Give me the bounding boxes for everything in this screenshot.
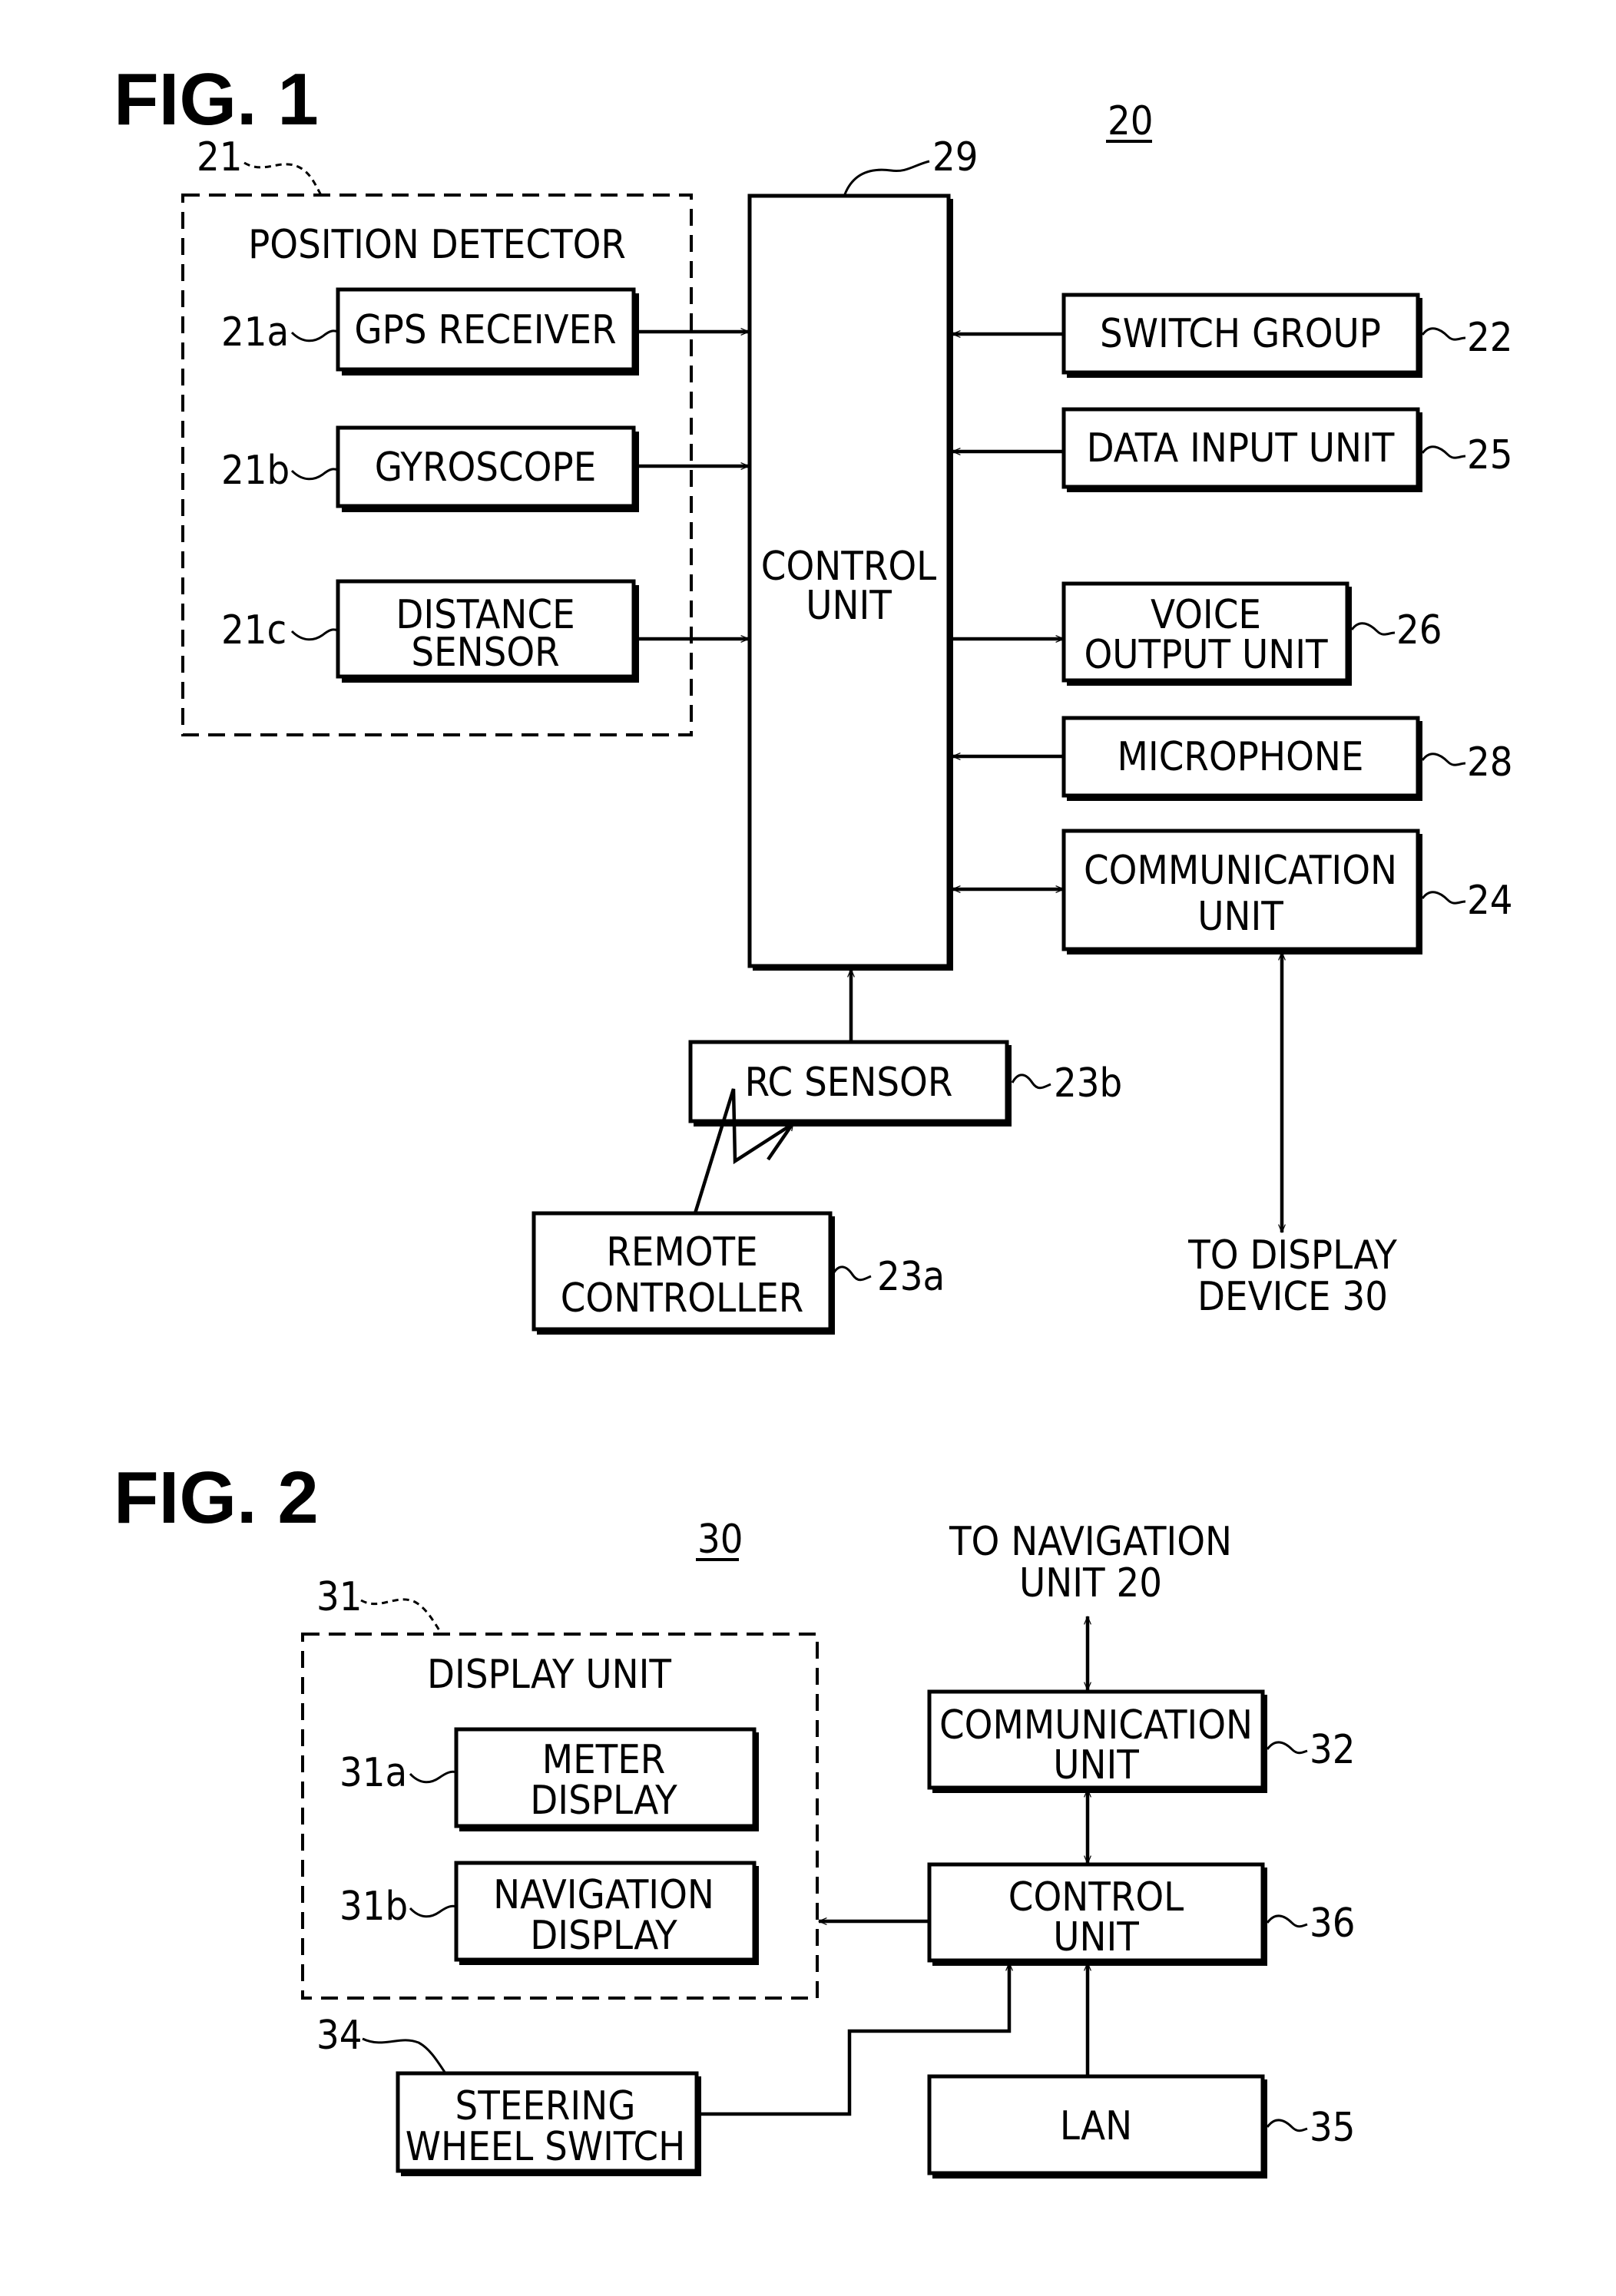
meter-display-leader bbox=[409, 1770, 457, 1784]
rc-sensor-block[interactable]: RC SENSOR 23b bbox=[688, 1040, 1122, 1126]
gps-receiver-block[interactable]: GPS RECEIVER 21a bbox=[221, 287, 639, 375]
meter-display-label-2: DISPLAY bbox=[530, 1778, 677, 1824]
navigation-display-label-2: DISPLAY bbox=[530, 1913, 677, 1959]
distance-sensor-label-2: SENSOR bbox=[411, 630, 559, 676]
remote-controller-label-1: REMOTE bbox=[606, 1229, 757, 1275]
microphone-leader bbox=[1421, 753, 1466, 766]
fig2-control-unit-ref: 36 bbox=[1310, 1901, 1356, 1947]
switch-group-block[interactable]: SWITCH GROUP 22 bbox=[1061, 293, 1513, 378]
lan-leader bbox=[1266, 2119, 1308, 2132]
remote-controller-block[interactable]: REMOTE CONTROLLER 23a bbox=[531, 1211, 945, 1335]
fig1-device-ref: 20 bbox=[1108, 98, 1154, 144]
lan-label: LAN bbox=[1060, 2103, 1132, 2149]
gps-leader bbox=[290, 329, 339, 342]
microphone-ref: 28 bbox=[1467, 739, 1513, 786]
display-unit-label: DISPLAY UNIT bbox=[427, 1652, 671, 1698]
gyroscope-ref: 21b bbox=[221, 448, 290, 494]
patent-figure-canvas: FIG. 1 20 21 POSITION DETECTOR GPS RECEI… bbox=[114, 58, 1513, 2179]
position-detector-ref: 21 bbox=[197, 134, 243, 180]
navigation-display-leader bbox=[409, 1904, 457, 1918]
voice-output-unit-label-2: OUTPUT UNIT bbox=[1084, 632, 1328, 678]
steering-leader bbox=[362, 2037, 447, 2074]
fig2-communication-unit-label-2: UNIT bbox=[1053, 1742, 1139, 1788]
meter-display-block[interactable]: METER DISPLAY 31a bbox=[339, 1727, 759, 1831]
to-display-device-label-2: DEVICE 30 bbox=[1197, 1274, 1388, 1320]
fig2-control-leader bbox=[1266, 1914, 1308, 1928]
data-input-unit-ref: 25 bbox=[1467, 432, 1513, 478]
to-display-device-label-1: TO DISPLAY bbox=[1187, 1232, 1397, 1279]
meter-display-label-1: METER bbox=[542, 1737, 666, 1783]
data-input-unit-block[interactable]: DATA INPUT UNIT 25 bbox=[1061, 407, 1513, 492]
gps-receiver-label: GPS RECEIVER bbox=[354, 307, 616, 353]
remote-controller-ref: 23a bbox=[877, 1254, 945, 1300]
rc-sensor-ref: 23b bbox=[1054, 1060, 1122, 1107]
steering-wheel-switch-label-1: STEERING bbox=[455, 2083, 636, 2129]
control-unit-ref: 29 bbox=[932, 134, 979, 180]
navigation-display-ref: 31b bbox=[339, 1884, 408, 1930]
fig2-control-unit-label-2: UNIT bbox=[1053, 1914, 1139, 1960]
switch-group-ref: 22 bbox=[1467, 315, 1513, 361]
navigation-display-label-1: NAVIGATION bbox=[493, 1872, 714, 1918]
steering-wheel-switch-ref: 34 bbox=[316, 2013, 363, 2059]
switch-group-leader bbox=[1421, 327, 1466, 341]
meter-display-ref: 31a bbox=[339, 1750, 407, 1796]
remote-controller-label-2: CONTROLLER bbox=[561, 1275, 804, 1322]
wireless-signal-arrowhead bbox=[767, 1123, 795, 1161]
fig2-communication-leader bbox=[1266, 1741, 1308, 1755]
figure-1: FIG. 1 20 21 POSITION DETECTOR GPS RECEI… bbox=[114, 58, 1513, 1335]
gps-receiver-ref: 21a bbox=[221, 309, 289, 356]
fig2-control-unit-block[interactable]: CONTROL UNIT 36 bbox=[927, 1862, 1356, 1966]
distance-sensor-ref: 21c bbox=[221, 607, 286, 653]
voice-output-unit-ref: 26 bbox=[1396, 607, 1442, 653]
microphone-label: MICROPHONE bbox=[1118, 734, 1364, 780]
control-unit-label-2: UNIT bbox=[806, 583, 892, 629]
data-input-unit-label: DATA INPUT UNIT bbox=[1087, 425, 1395, 471]
distance-sensor-block[interactable]: DISTANCE SENSOR 21c bbox=[221, 579, 639, 683]
rc-sensor-label: RC SENSOR bbox=[745, 1060, 953, 1106]
data-input-leader bbox=[1421, 445, 1466, 459]
fig2-device-ref: 30 bbox=[697, 1517, 743, 1563]
communication-unit-block[interactable]: COMMUNICATION UNIT 24 bbox=[1061, 829, 1513, 954]
communication-unit-label-2: UNIT bbox=[1197, 894, 1283, 940]
communication-unit-ref: 24 bbox=[1467, 878, 1513, 924]
fig2-communication-unit-ref: 32 bbox=[1310, 1727, 1356, 1773]
to-navigation-unit-label-2: UNIT 20 bbox=[1019, 1560, 1162, 1606]
voice-output-leader bbox=[1350, 622, 1396, 636]
position-detector-leader bbox=[243, 161, 323, 196]
steering-wheel-switch-label-2: WHEEL SWITCH bbox=[406, 2124, 686, 2170]
to-navigation-unit-label-1: TO NAVIGATION bbox=[949, 1519, 1232, 1565]
fig2-communication-unit-label-1: COMMUNICATION bbox=[939, 1702, 1253, 1748]
control-unit-block[interactable]: CONTROL UNIT 29 bbox=[747, 134, 979, 971]
display-unit-leader bbox=[360, 1598, 443, 1635]
figure-2: FIG. 2 30 31 DISPLAY UNIT METER DISPLAY … bbox=[114, 1457, 1356, 2179]
voice-output-unit-label-1: VOICE bbox=[1151, 592, 1261, 638]
navigation-display-block[interactable]: NAVIGATION DISPLAY 31b bbox=[339, 1861, 759, 1965]
rc-sensor-leader bbox=[1011, 1074, 1051, 1090]
lan-ref: 35 bbox=[1310, 2105, 1356, 2151]
gyroscope-block[interactable]: GYROSCOPE 21b bbox=[221, 425, 639, 512]
lan-block[interactable]: LAN 35 bbox=[927, 2074, 1356, 2179]
fig2-communication-unit-block[interactable]: COMMUNICATION UNIT 32 bbox=[927, 1689, 1356, 1793]
control-unit-leader bbox=[843, 160, 930, 195]
steering-wheel-switch-block[interactable]: STEERING WHEEL SWITCH 34 bbox=[316, 2013, 701, 2176]
fig1-title: FIG. 1 bbox=[114, 58, 319, 141]
position-detector-label: POSITION DETECTOR bbox=[248, 222, 626, 268]
distance-sensor-leader bbox=[290, 628, 339, 641]
voice-output-unit-block[interactable]: VOICE OUTPUT UNIT 26 bbox=[1061, 581, 1442, 686]
display-unit-ref: 31 bbox=[316, 1574, 363, 1620]
gyroscope-leader bbox=[290, 468, 339, 481]
communication-unit-label-1: COMMUNICATION bbox=[1084, 848, 1397, 894]
communication-leader bbox=[1421, 891, 1466, 905]
fig2-title: FIG. 2 bbox=[114, 1457, 319, 1539]
microphone-block[interactable]: MICROPHONE 28 bbox=[1061, 716, 1513, 801]
fig2-control-unit-label-1: CONTROL bbox=[1008, 1874, 1184, 1921]
gyroscope-label: GYROSCOPE bbox=[375, 445, 597, 491]
switch-group-label: SWITCH GROUP bbox=[1100, 311, 1381, 357]
remote-controller-leader bbox=[831, 1265, 872, 1282]
